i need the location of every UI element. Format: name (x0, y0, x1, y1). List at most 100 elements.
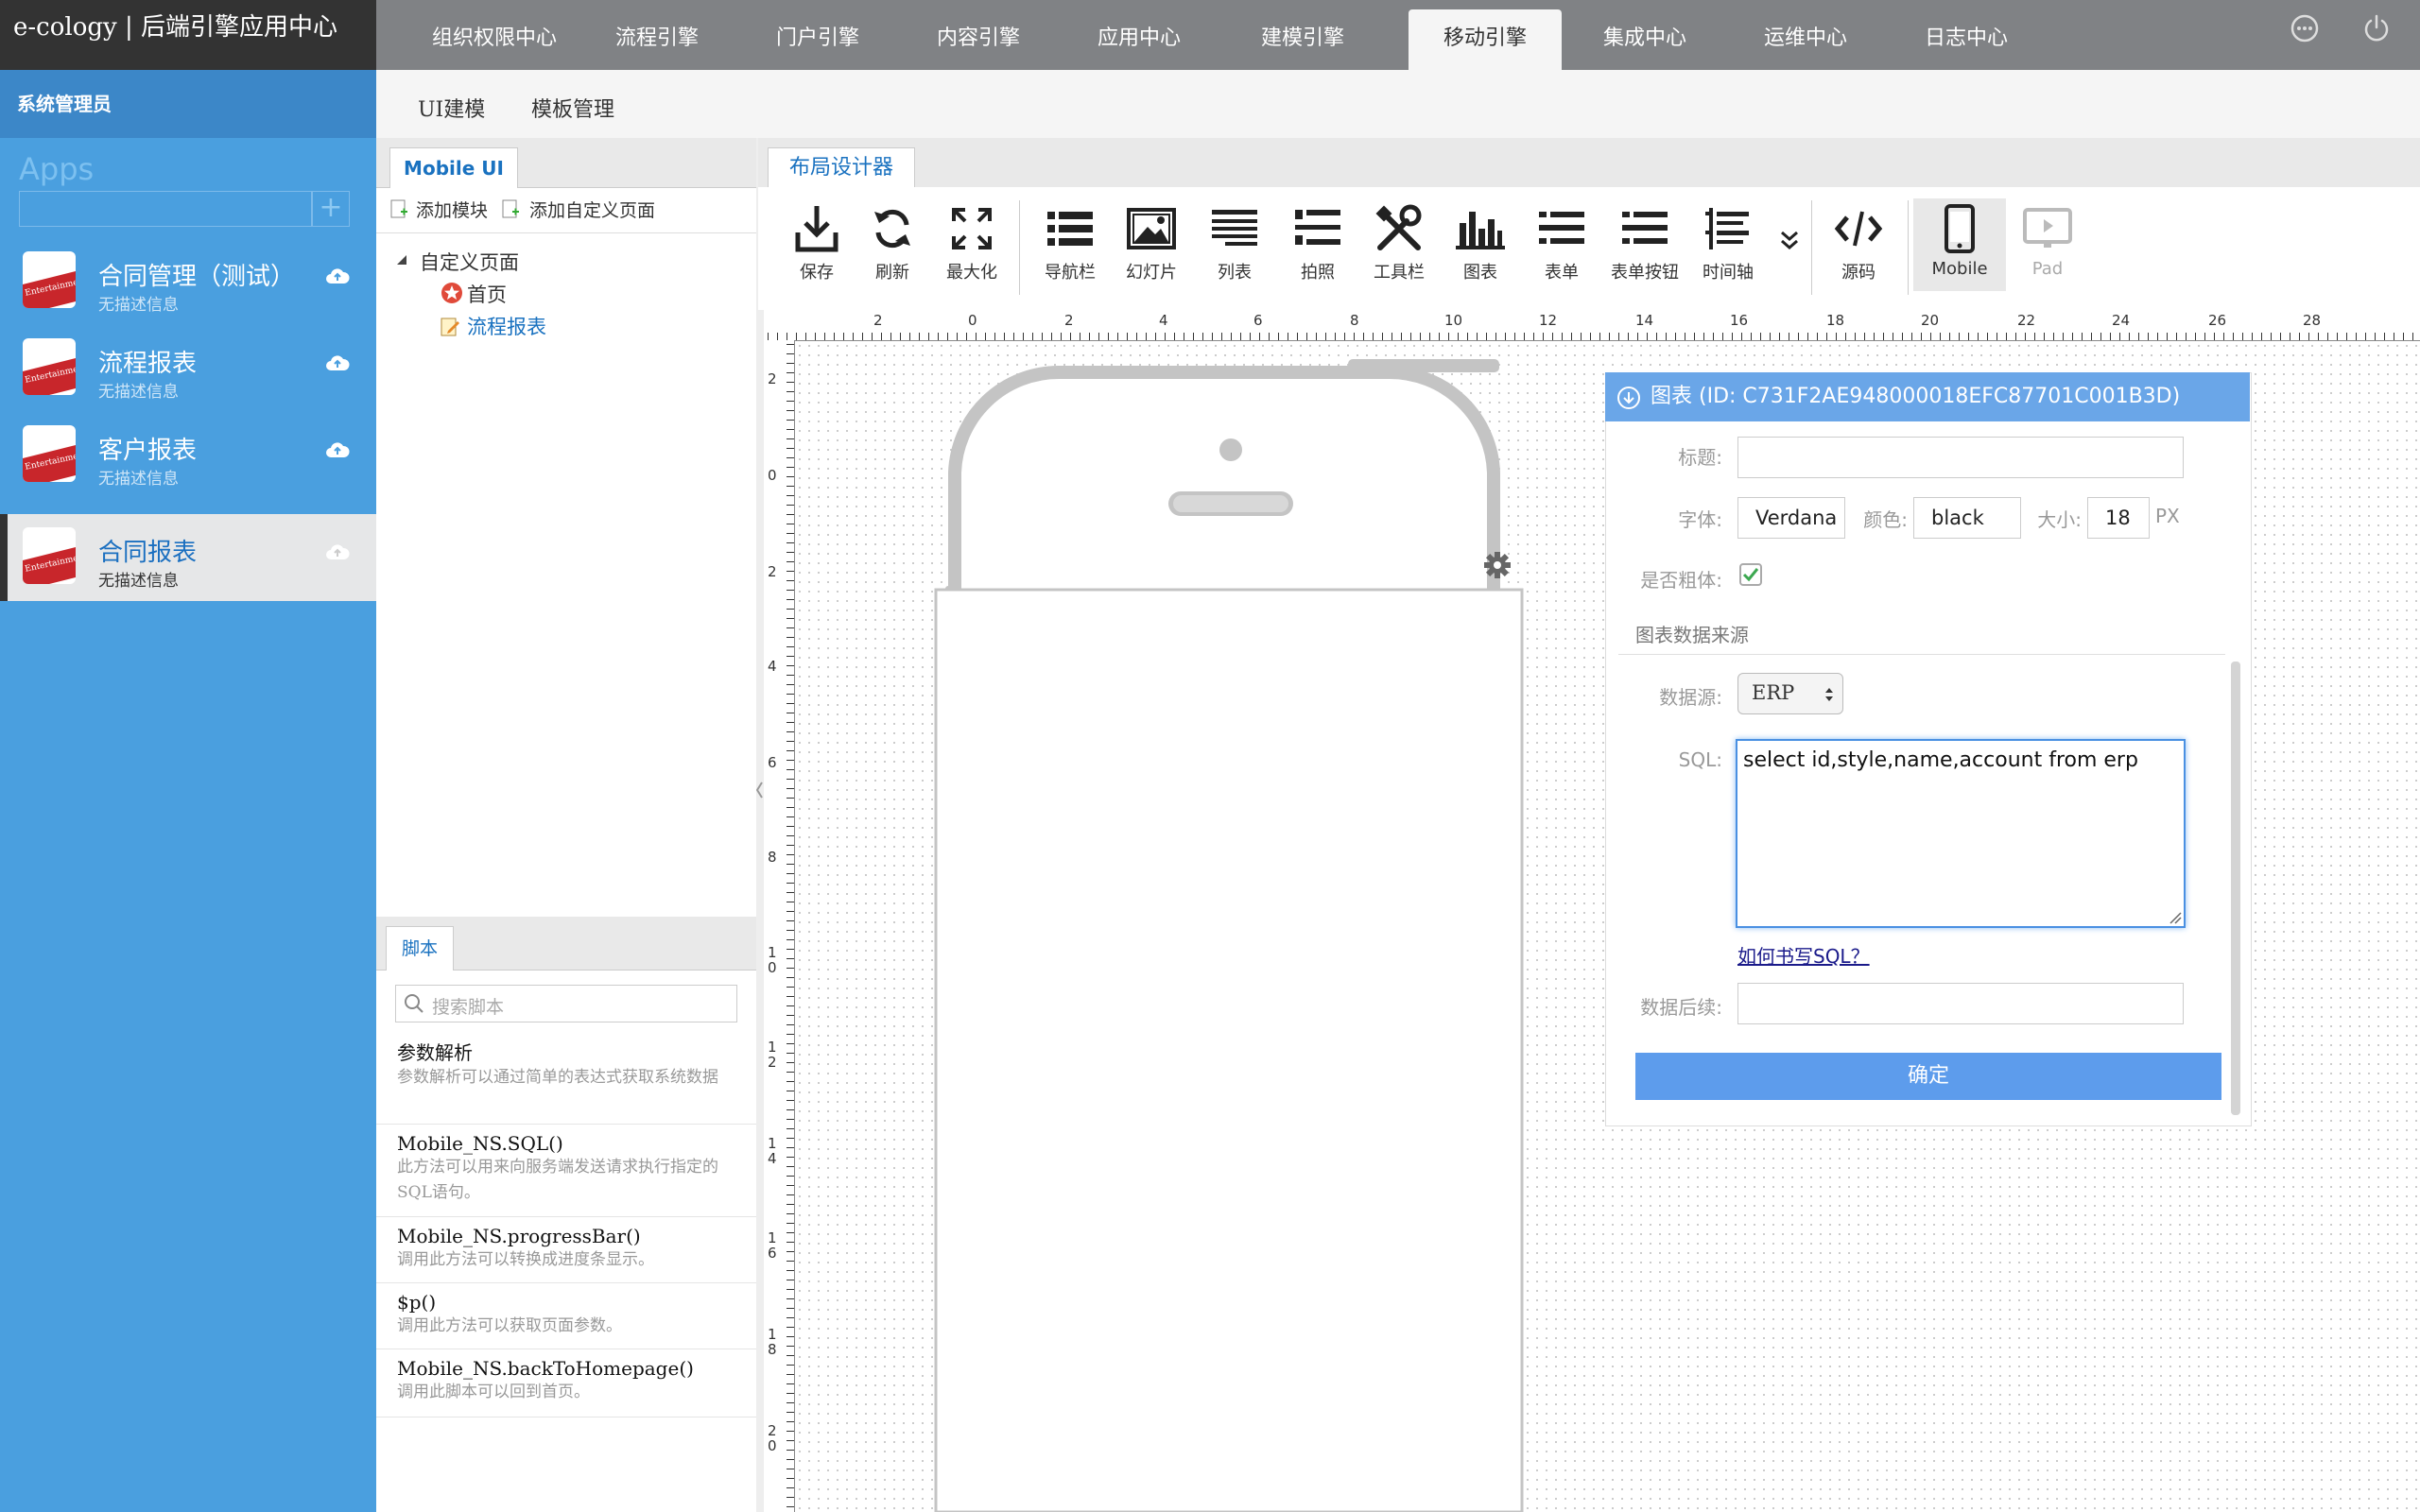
refresh-icon (874, 209, 910, 249)
cloud-upload-icon[interactable] (325, 266, 350, 285)
ruler-label: 24 (2112, 312, 2131, 329)
more-icon[interactable] (2290, 13, 2320, 43)
tool-chart[interactable]: 图表 (1443, 202, 1518, 306)
datasource-select[interactable]: ERP (1737, 673, 1843, 714)
sub-navigation: UI建模 模板管理 (376, 70, 2420, 139)
font-input[interactable]: Verdana (1737, 497, 1845, 539)
color-input[interactable]: black (1913, 497, 2021, 539)
tree-root[interactable]: 自定义页面 (420, 248, 519, 276)
tool-list[interactable]: 列表 (1197, 202, 1272, 306)
tool-refresh[interactable]: 刷新 (855, 202, 930, 306)
nav-tab-ops[interactable]: 运维中心 (1739, 9, 1872, 70)
tool-source[interactable]: 源码 (1821, 202, 1896, 306)
tool-maximize[interactable]: 最大化 (934, 202, 1010, 306)
script-item[interactable]: Mobile_NS.progressBar() 调用此方法可以转换成进度条显示。 (376, 1219, 756, 1283)
sql-help-link[interactable]: 如何书写SQL？ (1737, 941, 1870, 969)
add-module-button[interactable]: 添加模块 (416, 197, 488, 222)
script-item[interactable]: $p() 调用此方法可以获取页面参数。 (376, 1285, 756, 1349)
size-input[interactable]: 18 (2087, 497, 2150, 539)
splitter[interactable] (756, 138, 764, 1512)
nav-tab-workflow[interactable]: 流程引擎 (596, 9, 718, 70)
select-arrows-icon (1825, 688, 1833, 701)
sql-label: SQL: (1678, 748, 1722, 771)
script-item-desc: 参数解析可以通过简单的表达式获取系统数据 (397, 1068, 718, 1087)
tree-item-home[interactable]: 首页 (467, 280, 507, 308)
ruler-label: 8 (1350, 312, 1359, 329)
tab-mobile-ui[interactable]: Mobile UI (389, 147, 518, 188)
nav-tab-portal[interactable]: 门户引擎 (756, 9, 879, 70)
tab-script[interactable]: 脚本 (386, 926, 454, 971)
script-item[interactable]: Mobile_NS.SQL() 此方法可以用来向服务端发送请求执行指定的SQL语… (376, 1126, 756, 1217)
settings-gear-icon[interactable] (1482, 550, 1512, 580)
postproc-label: 数据后续: (1640, 996, 1722, 1019)
ruler-label: 4 (768, 658, 777, 675)
collapse-left-icon[interactable] (756, 781, 764, 799)
expand-more-icon[interactable] (1779, 229, 1800, 251)
tool-toolbar[interactable]: 工具栏 (1361, 202, 1437, 306)
tool-save[interactable]: 保存 (779, 202, 855, 306)
tool-label: 导航栏 (1045, 263, 1096, 283)
ruler-label: 2 (768, 370, 777, 387)
nav-tab-integration[interactable]: 集成中心 (1579, 9, 1711, 70)
tool-camera[interactable]: 拍照 (1280, 202, 1356, 306)
cloud-upload-icon[interactable] (325, 440, 350, 459)
ruler-label: 1 2 (768, 1039, 777, 1071)
subtab-template-manage[interactable]: 模板管理 (531, 93, 614, 123)
device-mobile-button[interactable]: Mobile (1913, 198, 2006, 291)
collapse-down-icon[interactable] (1616, 386, 1641, 410)
ruler-label: 0 (968, 312, 977, 329)
app-item[interactable]: Entertainme 合同管理（测试） 无描述信息 (0, 238, 376, 325)
tool-form[interactable]: 表单 (1524, 202, 1599, 306)
ruler-label: 1 4 (768, 1135, 777, 1167)
subtab-ui-modeling[interactable]: UI建模 (418, 93, 485, 123)
tool-timeline[interactable]: 时间轴 (1690, 202, 1766, 306)
nav-tab-mobile[interactable]: 移动引擎 (1409, 9, 1562, 70)
script-search-input[interactable]: 搜索脚本 (395, 985, 737, 1022)
nav-tab-appcenter[interactable]: 应用中心 (1078, 9, 1201, 70)
device-pad-button[interactable]: Pad (2010, 202, 2085, 306)
tool-label: 时间轴 (1703, 263, 1754, 283)
power-icon[interactable] (2361, 13, 2392, 43)
title-input[interactable] (1737, 437, 2184, 478)
camera-icon (1295, 210, 1340, 245)
sql-textarea[interactable]: select id,style,name,account from erp (1736, 739, 2186, 928)
nav-tab-modeling[interactable]: 建模引擎 (1238, 9, 1367, 70)
ruler-label: 1 6 (768, 1229, 777, 1262)
app-logo-icon: Entertainme (23, 338, 76, 395)
datasource-label: 数据源: (1659, 686, 1722, 709)
app-desc: 无描述信息 (98, 572, 179, 591)
cloud-upload-icon[interactable] (325, 353, 350, 372)
bold-checkbox[interactable] (1739, 563, 1762, 586)
ruler-label: 16 (1730, 312, 1749, 329)
add-custom-page-button[interactable]: 添加自定义页面 (529, 197, 655, 222)
tool-label: Pad (2031, 259, 2064, 279)
tab-layout-designer[interactable]: 布局设计器 (768, 147, 915, 188)
ruler-label: 14 (1635, 312, 1654, 329)
cloud-upload-icon[interactable] (325, 542, 350, 561)
nav-tab-log[interactable]: 日志中心 (1900, 9, 2032, 70)
script-item[interactable]: 参数解析 参数解析可以通过简单的表达式获取系统数据 (376, 1032, 756, 1125)
postproc-input[interactable] (1737, 983, 2184, 1024)
app-item[interactable]: Entertainme 客户报表 无描述信息 (0, 412, 376, 499)
nav-tab-org[interactable]: 组织权限中心 (414, 9, 575, 70)
confirm-button[interactable]: 确定 (1635, 1053, 2221, 1100)
tool-form-button[interactable]: 表单按钮 (1607, 202, 1683, 306)
panel-scrollbar[interactable] (2231, 662, 2240, 1115)
tree-item-workflow-report[interactable]: 流程报表 (467, 312, 546, 340)
ruler-label: 26 (2208, 312, 2227, 329)
app-item-selected[interactable]: Entertainme 合同报表 无描述信息 (0, 514, 376, 601)
tool-navbar[interactable]: 导航栏 (1032, 202, 1108, 306)
ruler-label: 8 (768, 849, 777, 866)
title-label: 标题: (1678, 446, 1722, 469)
maximize-icon (952, 208, 992, 249)
tool-slideshow[interactable]: 幻灯片 (1114, 202, 1189, 306)
app-name: 客户报表 (98, 437, 198, 465)
script-item[interactable]: Mobile_NS.backToHomepage() 调用此脚本可以回到首页。 (376, 1351, 756, 1418)
resize-handle-icon[interactable] (2167, 909, 2182, 924)
tree-collapse-icon[interactable] (395, 253, 408, 266)
script-item-title: 参数解析 (397, 1041, 473, 1064)
app-search-input[interactable] (19, 191, 312, 227)
add-app-button[interactable]: + (312, 191, 350, 227)
app-item[interactable]: Entertainme 流程报表 无描述信息 (0, 325, 376, 412)
nav-tab-content[interactable]: 内容引擎 (917, 9, 1040, 70)
